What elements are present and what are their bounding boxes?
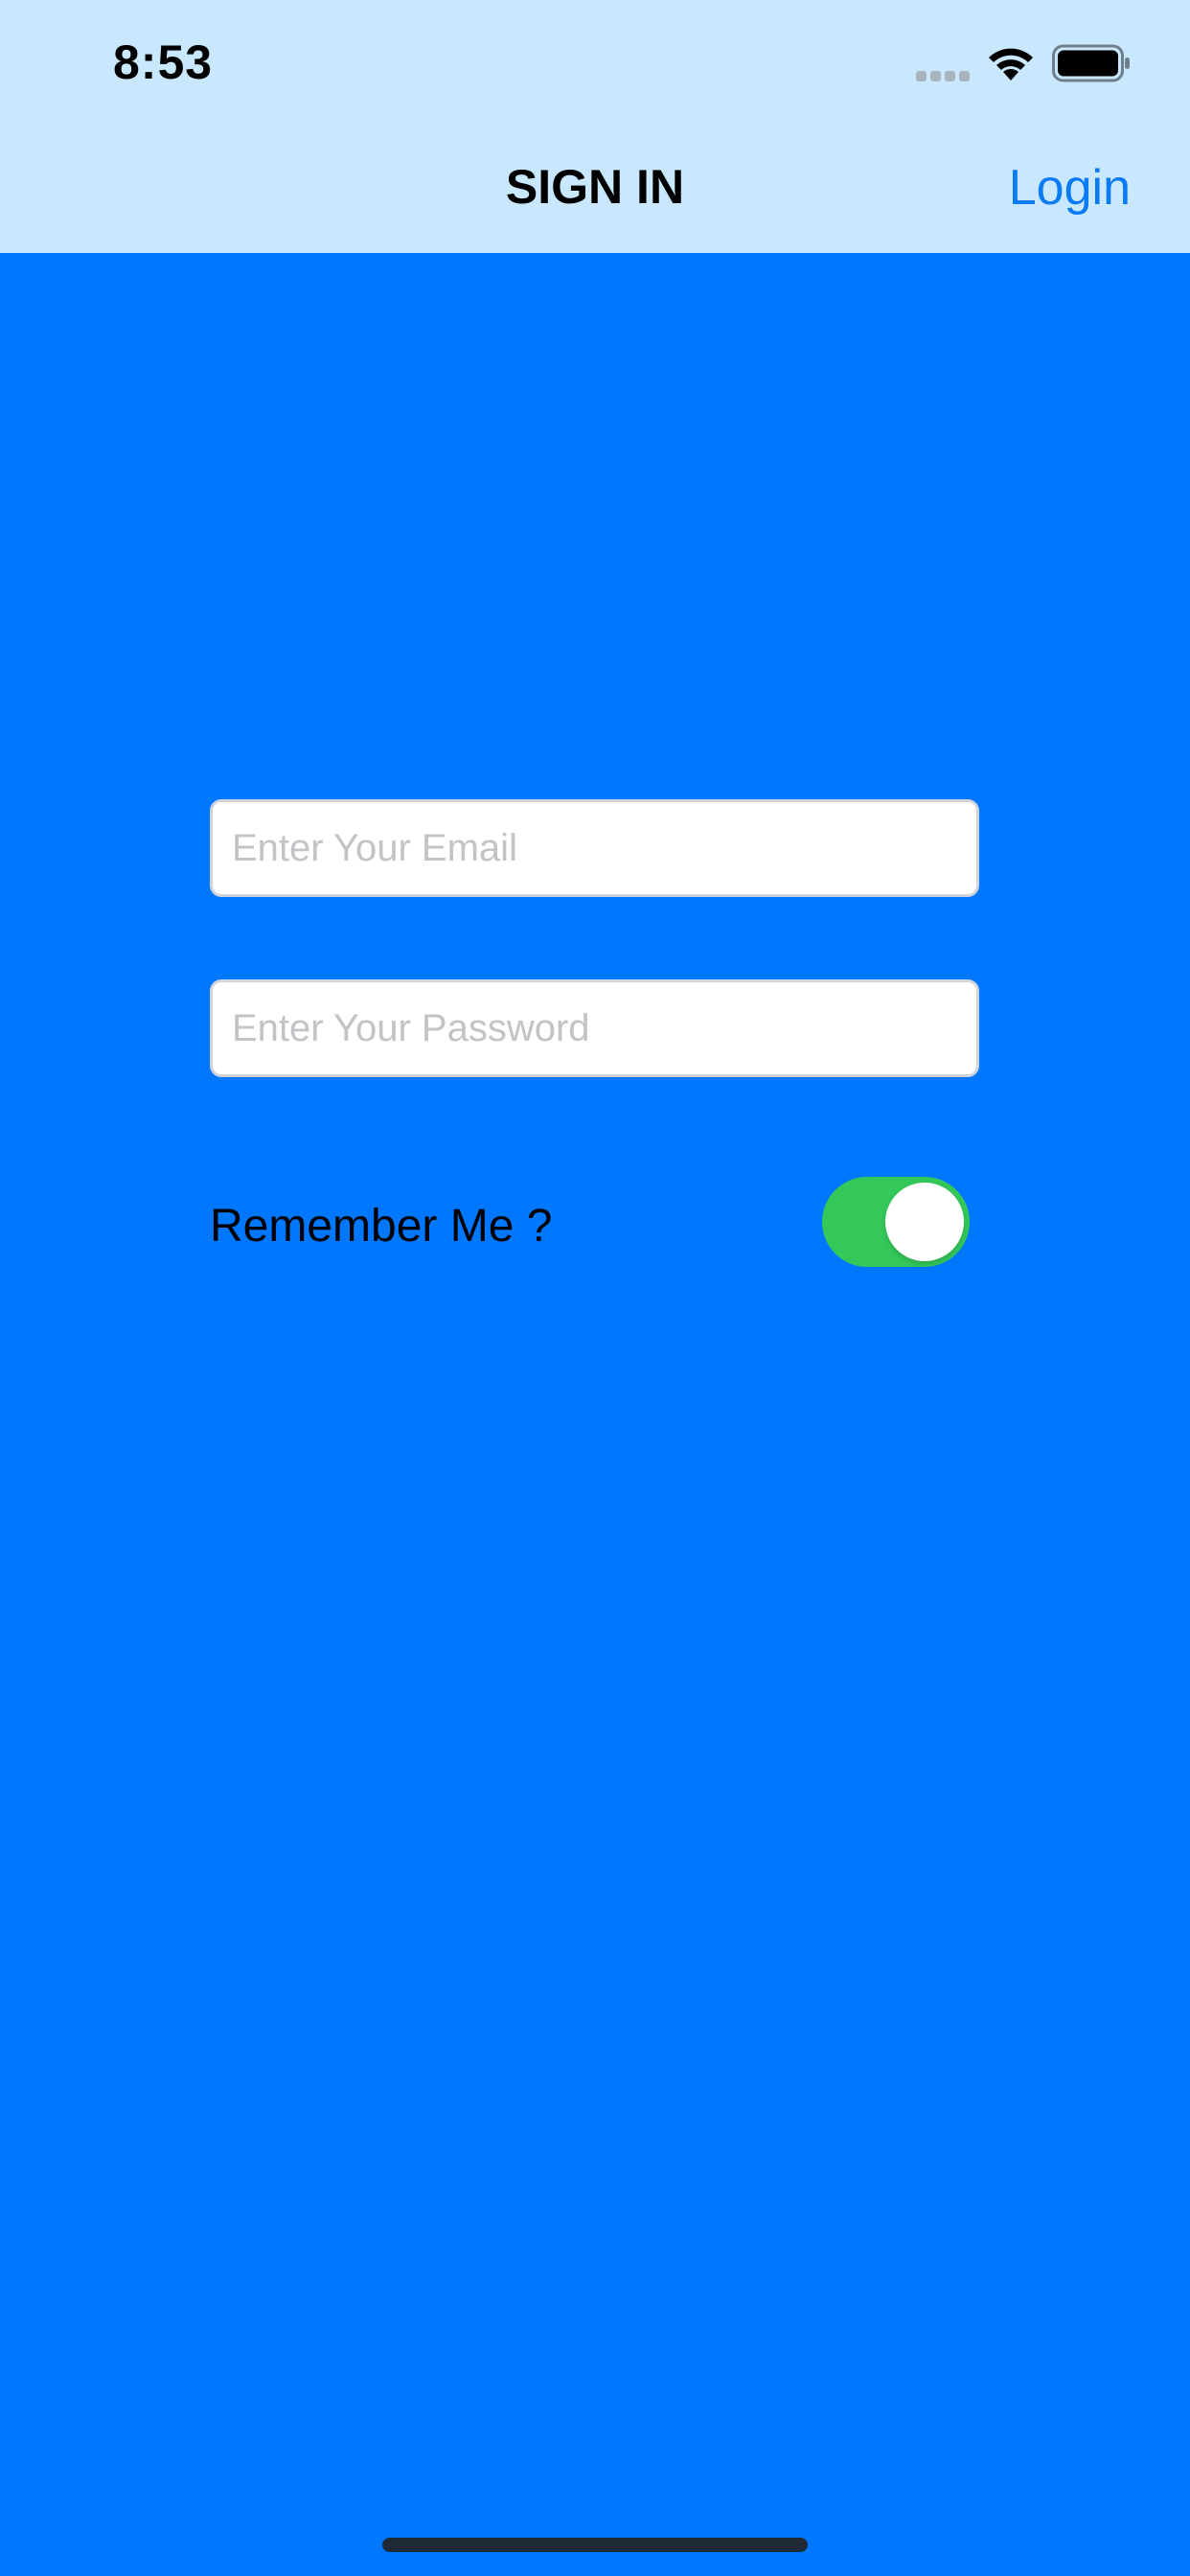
login-button[interactable]: Login [1009, 159, 1131, 217]
battery-icon [1052, 44, 1130, 82]
navigation-header: 8:53 SIGN IN Login [0, 0, 1190, 253]
status-bar-time: 8:53 [113, 35, 214, 89]
cellular-signal-icon [916, 71, 970, 81]
email-field-container [210, 799, 979, 897]
toggle-knob [885, 1183, 964, 1261]
home-indicator [382, 2538, 808, 2552]
remember-me-toggle[interactable] [822, 1177, 970, 1267]
remember-me-label: Remember Me ? [210, 1201, 553, 1252]
wifi-icon [989, 48, 1033, 80]
password-field-container [210, 979, 979, 1077]
email-field[interactable] [213, 802, 976, 894]
password-field[interactable] [213, 982, 976, 1074]
